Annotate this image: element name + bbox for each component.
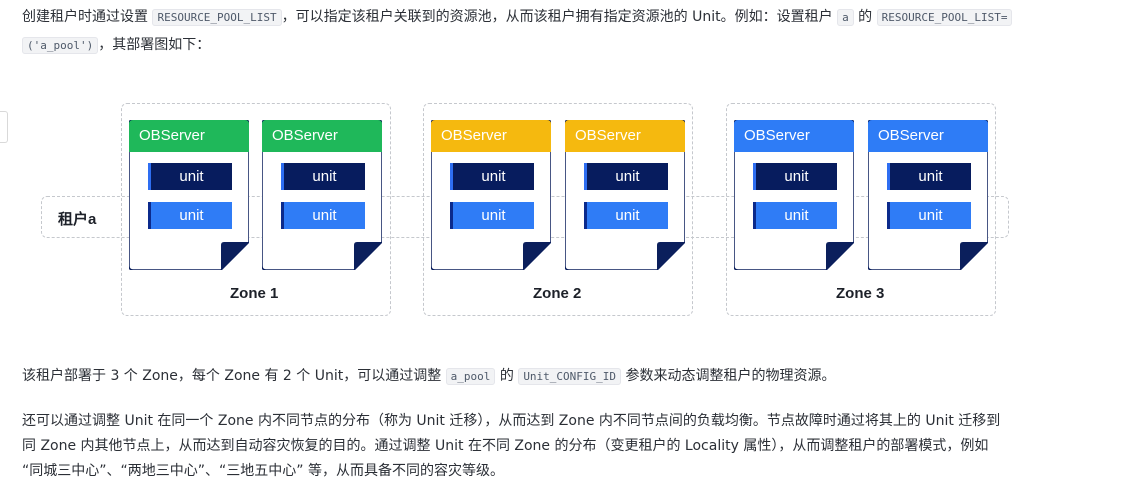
intro-line-1: 创建租户时通过设置 RESOURCE_POOL_LIST ，可以指定该租户关联到的… — [22, 5, 1013, 30]
unit-block: unit — [753, 163, 837, 190]
unit-block: unit — [887, 163, 971, 190]
intro-text: ，其部署图如下： — [98, 37, 211, 53]
unit-block: unit — [584, 163, 668, 190]
intro-text: 创建租户时通过设置 — [22, 9, 153, 25]
server-title: OBServer — [272, 127, 338, 144]
observer-card: OBServer unit unit — [129, 120, 249, 270]
code-a-pool-value: ('a_pool') — [22, 37, 99, 54]
code-a-pool: a_pool — [445, 368, 496, 385]
migration-line-2: 同 Zone 内其他节点上，从而达到自动容灾恢复的目的。通过调整 Unit 在不… — [22, 438, 989, 454]
zone-1-label: Zone 1 — [230, 285, 279, 302]
unit-block: unit — [450, 163, 534, 190]
zone-2-label: Zone 2 — [533, 285, 582, 302]
code-resource-pool-list-assign: RESOURCE_POOL_LIST= — [876, 9, 1013, 26]
intro-line-2: ('a_pool') ，其部署图如下： — [22, 33, 210, 58]
summary-text: 参数来动态调整租户的物理资源。 — [621, 368, 836, 384]
server-title: OBServer — [744, 127, 810, 144]
server-title: OBServer — [878, 127, 944, 144]
summary-text: 的 — [495, 368, 519, 384]
server-title: OBServer — [441, 127, 507, 144]
tenant-label: 租户a — [58, 211, 97, 228]
zone-3-label: Zone 3 — [836, 285, 885, 302]
intro-text: 的 — [853, 9, 877, 25]
migration-line-1: 还可以通过调整 Unit 在同一个 Zone 内不同节点的分布（称为 Unit … — [22, 413, 1001, 429]
server-title: OBServer — [575, 127, 641, 144]
observer-card: OBServer unit unit — [262, 120, 382, 270]
unit-block-tenant-a: unit — [887, 202, 971, 229]
observer-card: OBServer unit unit — [431, 120, 551, 270]
observer-card: OBServer unit unit — [565, 120, 685, 270]
sidebar-collapse-tab[interactable] — [0, 111, 8, 143]
unit-block-tenant-a: unit — [450, 202, 534, 229]
summary-text: 该租户部署于 3 个 Zone，每个 Zone 有 2 个 Unit，可以通过调… — [22, 368, 446, 384]
observer-card: OBServer unit unit — [734, 120, 854, 270]
server-title: OBServer — [139, 127, 205, 144]
code-resource-pool-list: RESOURCE_POOL_LIST — [152, 9, 282, 26]
unit-block-tenant-a: unit — [584, 202, 668, 229]
unit-block: unit — [148, 163, 232, 190]
observer-card: OBServer unit unit — [868, 120, 988, 270]
unit-block-tenant-a: unit — [281, 202, 365, 229]
deployment-summary: 该租户部署于 3 个 Zone，每个 Zone 有 2 个 Unit，可以通过调… — [22, 364, 835, 389]
unit-block-tenant-a: unit — [753, 202, 837, 229]
unit-block-tenant-a: unit — [148, 202, 232, 229]
migration-line-3: “同城三中心”、“两地三中心”、“三地五中心” 等，从而具备不同的容灾等级。 — [22, 463, 504, 479]
code-unit-config-id: Unit_CONFIG_ID — [518, 368, 622, 385]
unit-block: unit — [281, 163, 365, 190]
intro-text: ，可以指定该租户关联到的资源池，从而该租户拥有指定资源池的 Unit。例如：设置… — [281, 9, 838, 25]
code-tenant-a: a — [837, 9, 854, 26]
